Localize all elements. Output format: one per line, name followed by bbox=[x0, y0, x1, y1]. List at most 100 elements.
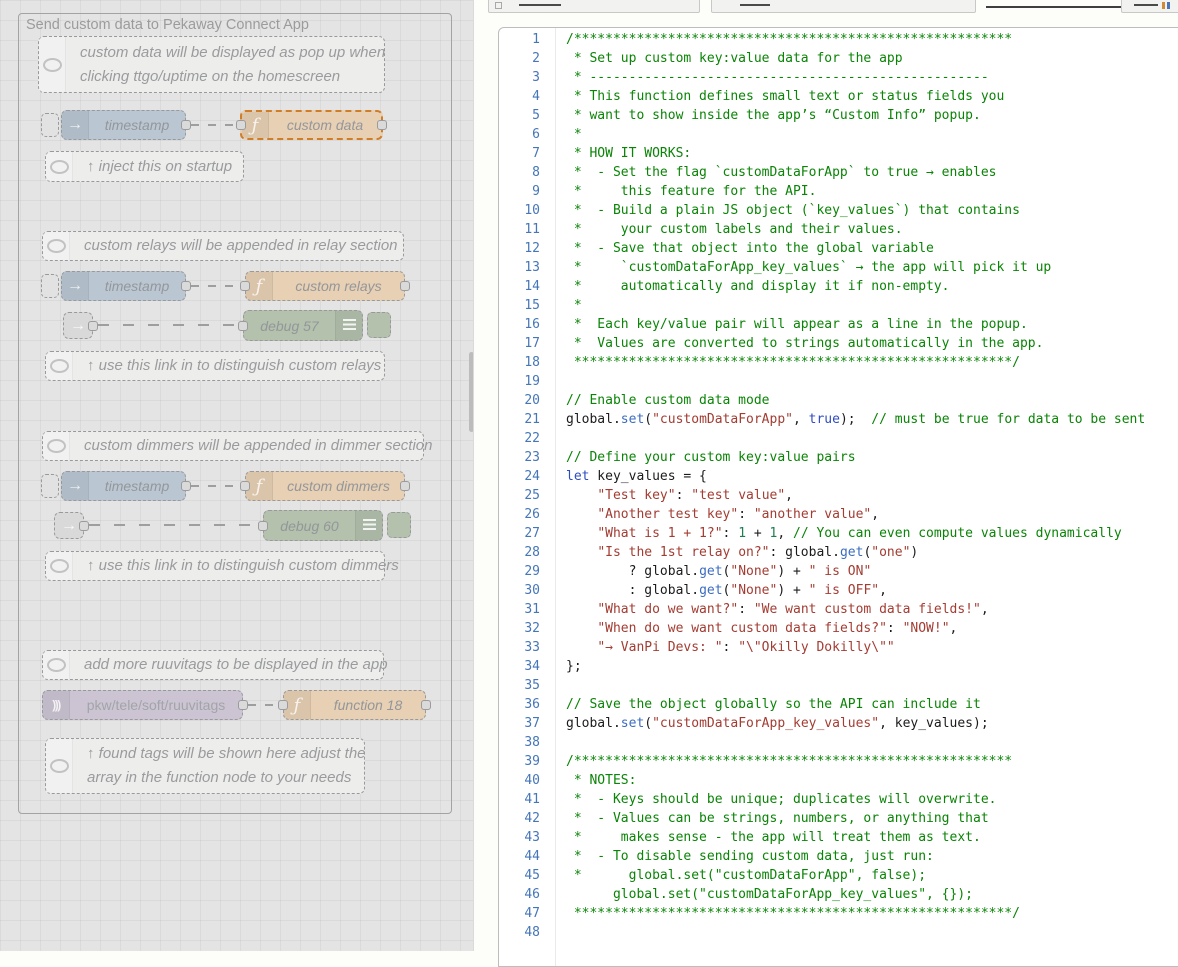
code-line[interactable] bbox=[566, 925, 1178, 944]
code-line[interactable] bbox=[566, 678, 1178, 697]
code-line[interactable]: "When do we want custom data fields?": "… bbox=[566, 621, 1178, 640]
inject-button[interactable] bbox=[41, 474, 59, 498]
tray-header-partial-field-2[interactable] bbox=[711, 0, 976, 13]
output-port[interactable] bbox=[79, 521, 89, 531]
code-line[interactable]: global.set("customDataForApp_key_values"… bbox=[566, 716, 1178, 735]
code-line[interactable]: * - Build a plain JS object (`key_values… bbox=[566, 203, 1178, 222]
output-port[interactable] bbox=[400, 481, 410, 491]
output-port[interactable] bbox=[377, 120, 387, 130]
comment-icon bbox=[46, 152, 73, 181]
output-port[interactable] bbox=[421, 700, 431, 710]
code-line[interactable]: * This function defines small text or st… bbox=[566, 89, 1178, 108]
code-line[interactable]: : global.get("None") + " is OFF", bbox=[566, 583, 1178, 602]
output-port[interactable] bbox=[88, 321, 98, 331]
code-line[interactable] bbox=[566, 735, 1178, 754]
input-port[interactable] bbox=[236, 120, 246, 130]
comment-node[interactable]: ↑ found tags will be shown here adjust t… bbox=[45, 738, 365, 794]
function-node[interactable]: ƒcustom relays bbox=[245, 271, 405, 301]
code-line[interactable]: }; bbox=[566, 659, 1178, 678]
input-port[interactable] bbox=[278, 700, 288, 710]
code-line[interactable]: * `customDataForApp_key_values` → the ap… bbox=[566, 260, 1178, 279]
comment-node[interactable]: custom dimmers will be appended in dimme… bbox=[42, 431, 424, 461]
code-line[interactable]: "What is 1 + 1?": 1 + 1, // You can even… bbox=[566, 526, 1178, 545]
tray-header-partial-field-1[interactable] bbox=[488, 0, 700, 13]
inject-node[interactable]: →timestamp bbox=[61, 271, 186, 301]
code-line[interactable]: ****************************************… bbox=[566, 355, 1178, 374]
code-line[interactable]: // Enable custom data mode bbox=[566, 393, 1178, 412]
comment-node[interactable]: add more ruuvitags to be displayed in th… bbox=[42, 650, 384, 680]
code-line[interactable]: * - To disable sending custom data, just… bbox=[566, 849, 1178, 868]
debug-toggle-button[interactable] bbox=[367, 312, 391, 338]
code-line[interactable]: * global.set("customDataForApp", false); bbox=[566, 868, 1178, 887]
code-line[interactable]: "What do we want?": "We want custom data… bbox=[566, 602, 1178, 621]
comment-node[interactable]: custom relays will be appended in relay … bbox=[42, 231, 404, 261]
code-line[interactable]: * - Set the flag `customDataForApp` to t… bbox=[566, 165, 1178, 184]
input-port[interactable] bbox=[258, 521, 268, 531]
code-line[interactable] bbox=[566, 431, 1178, 450]
code-line[interactable]: * bbox=[566, 127, 1178, 146]
code-line[interactable]: "Test key": "test value", bbox=[566, 488, 1178, 507]
inject-node[interactable]: →timestamp bbox=[61, 110, 186, 140]
comment-node[interactable]: custom data will be displayed as pop up … bbox=[38, 36, 385, 93]
comment-node[interactable]: ↑ inject this on startup bbox=[45, 151, 244, 182]
code-line[interactable]: * - Save that object into the global var… bbox=[566, 241, 1178, 260]
debug-sidebar-icon bbox=[355, 511, 382, 540]
code-line[interactable]: /***************************************… bbox=[566, 32, 1178, 51]
output-port[interactable] bbox=[181, 281, 191, 291]
inject-node[interactable]: →timestamp bbox=[61, 471, 186, 501]
node-label: timestamp bbox=[89, 272, 185, 300]
code-line[interactable]: ****************************************… bbox=[566, 906, 1178, 925]
code-line[interactable]: * makes sense - the app will treat them … bbox=[566, 830, 1178, 849]
code-line[interactable]: // Save the object globally so the API c… bbox=[566, 697, 1178, 716]
input-port[interactable] bbox=[240, 281, 250, 291]
code-line[interactable]: * automatically and display it if non-em… bbox=[566, 279, 1178, 298]
input-port[interactable] bbox=[238, 321, 248, 331]
comment-node[interactable]: ↑ use this link in to distinguish custom… bbox=[45, 351, 385, 381]
code-line[interactable]: * your custom labels and their values. bbox=[566, 222, 1178, 241]
code-line[interactable]: /***************************************… bbox=[566, 754, 1178, 773]
code-line[interactable]: global.set("customDataForApp_key_values"… bbox=[566, 887, 1178, 906]
code-lines[interactable]: /***************************************… bbox=[555, 28, 1178, 966]
function-node[interactable]: ƒcustom dimmers bbox=[245, 471, 405, 501]
input-port[interactable] bbox=[240, 481, 250, 491]
output-port[interactable] bbox=[238, 700, 248, 710]
code-line[interactable]: * bbox=[566, 298, 1178, 317]
output-port[interactable] bbox=[400, 281, 410, 291]
code-line[interactable]: * - Values can be strings, numbers, or a… bbox=[566, 811, 1178, 830]
output-port[interactable] bbox=[181, 120, 191, 130]
mqtt-node[interactable]: )))pkw/tele/soft/ruuvitags bbox=[42, 690, 243, 720]
link-node[interactable]: → bbox=[63, 312, 93, 339]
code-line[interactable]: * --------------------------------------… bbox=[566, 70, 1178, 89]
inject-button[interactable] bbox=[41, 113, 59, 137]
inject-button[interactable] bbox=[41, 274, 59, 298]
debug-toggle-button[interactable] bbox=[387, 512, 411, 538]
code-line[interactable]: * this feature for the API. bbox=[566, 184, 1178, 203]
tray-header-partial-field-3[interactable] bbox=[1121, 0, 1178, 13]
code-line[interactable]: "Is the 1st relay on?": global.get("one"… bbox=[566, 545, 1178, 564]
code-editor[interactable]: 1234567891011121314151617181920212223242… bbox=[498, 27, 1178, 967]
function-icon: ƒ bbox=[246, 472, 273, 500]
code-line[interactable]: ? global.get("None") + " is ON" bbox=[566, 564, 1178, 583]
flow-canvas[interactable]: Send custom data to Pekaway Connect App … bbox=[0, 0, 473, 951]
code-line[interactable]: * Each key/value pair will appear as a l… bbox=[566, 317, 1178, 336]
output-port[interactable] bbox=[181, 481, 191, 491]
code-line[interactable]: // Define your custom key:value pairs bbox=[566, 450, 1178, 469]
comment-node[interactable]: ↑ use this link in to distinguish custom… bbox=[45, 551, 385, 581]
debug-node[interactable]: debug 60 bbox=[263, 510, 383, 541]
code-line[interactable]: * - Keys should be unique; duplicates wi… bbox=[566, 792, 1178, 811]
code-line[interactable]: * NOTES: bbox=[566, 773, 1178, 792]
function-icon: ƒ bbox=[284, 691, 311, 719]
function-node[interactable]: ƒfunction 18 bbox=[283, 690, 426, 720]
code-line[interactable]: "Another test key": "another value", bbox=[566, 507, 1178, 526]
code-line[interactable]: * HOW IT WORKS: bbox=[566, 146, 1178, 165]
function-node[interactable]: ƒcustom data bbox=[240, 110, 383, 140]
debug-node[interactable]: debug 57 bbox=[243, 310, 363, 341]
link-node[interactable]: → bbox=[54, 512, 84, 539]
code-line[interactable]: global.set("customDataForApp", true); //… bbox=[566, 412, 1178, 431]
code-line[interactable]: let key_values = { bbox=[566, 469, 1178, 488]
code-line[interactable]: * Set up custom key:value data for the a… bbox=[566, 51, 1178, 70]
code-line[interactable] bbox=[566, 374, 1178, 393]
code-line[interactable]: "→ VanPi Devs: ": "\"Okilly Dokilly\"" bbox=[566, 640, 1178, 659]
code-line[interactable]: * Values are converted to strings automa… bbox=[566, 336, 1178, 355]
code-line[interactable]: * want to show inside the app’s “Custom … bbox=[566, 108, 1178, 127]
